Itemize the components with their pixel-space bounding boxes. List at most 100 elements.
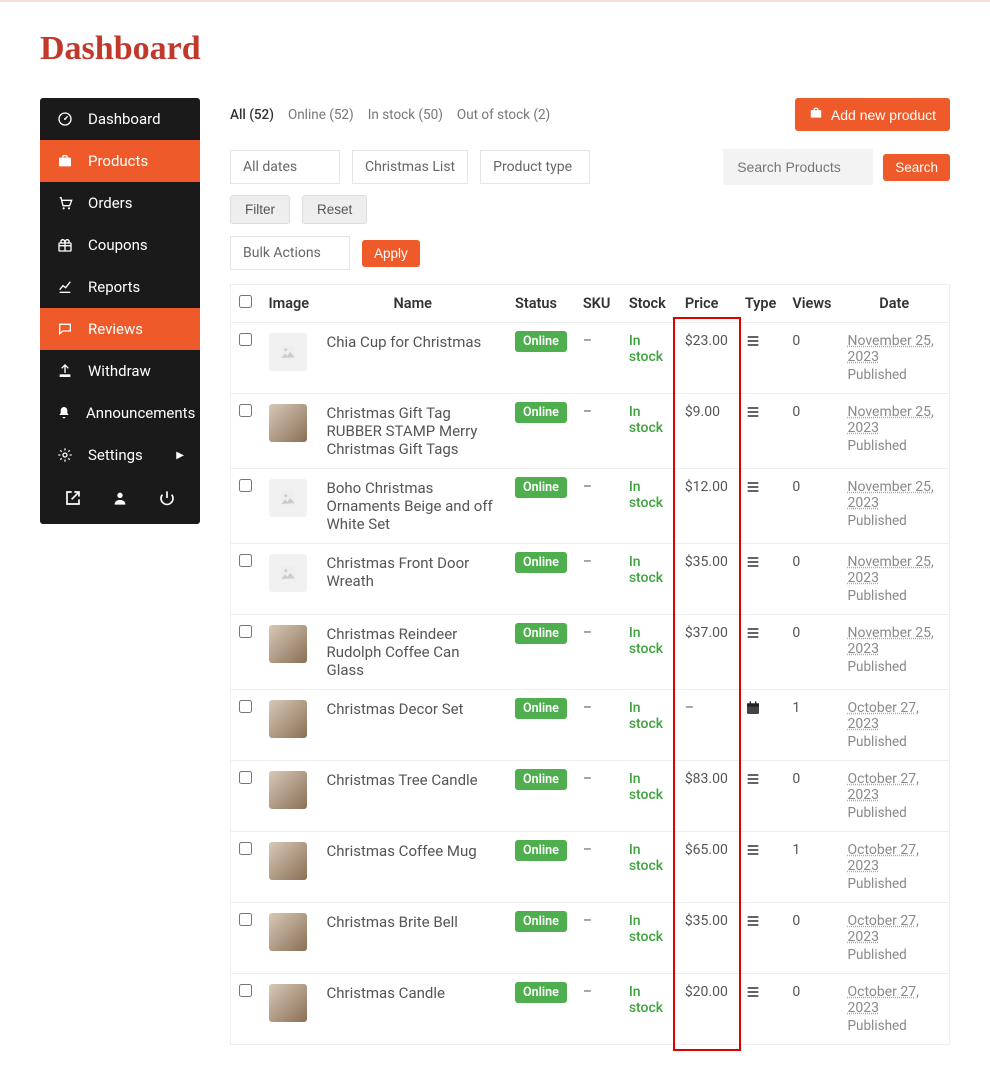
- table-row: Christmas Coffee MugOnline–In stock$65.0…: [231, 832, 950, 903]
- sidebar-item-announcements[interactable]: Announcements: [40, 392, 200, 434]
- select-all-checkbox[interactable]: [239, 295, 252, 308]
- stock-cell: In stock: [629, 700, 663, 732]
- product-thumbnail[interactable]: [269, 842, 307, 880]
- product-thumbnail[interactable]: [269, 700, 307, 738]
- date-link[interactable]: November 25, 2023: [848, 404, 934, 436]
- price-cell: $35.00: [677, 544, 737, 615]
- reset-button[interactable]: Reset: [302, 195, 367, 224]
- sidebar-item-reviews[interactable]: Reviews: [40, 308, 200, 350]
- briefcase-icon: [809, 106, 823, 123]
- product-name-link[interactable]: Christmas Coffee Mug: [327, 842, 477, 860]
- sidebar-item-settings[interactable]: Settings▶: [40, 434, 200, 476]
- date-link[interactable]: October 27, 2023: [848, 913, 919, 945]
- status-filter[interactable]: All (52): [230, 107, 274, 123]
- row-checkbox[interactable]: [239, 404, 252, 417]
- product-thumbnail[interactable]: [269, 404, 307, 442]
- table-row: Chia Cup for ChristmasOnline–In stock$23…: [231, 323, 950, 394]
- row-checkbox[interactable]: [239, 771, 252, 784]
- product-thumbnail[interactable]: [269, 984, 307, 1022]
- product-thumbnail[interactable]: [269, 625, 307, 663]
- product-thumbnail[interactable]: [269, 913, 307, 951]
- row-checkbox[interactable]: [239, 700, 252, 713]
- product-name-link[interactable]: Boho Christmas Ornaments Beige and off W…: [327, 479, 493, 533]
- date-link[interactable]: October 27, 2023: [848, 771, 919, 803]
- product-name-link[interactable]: Christmas Front Door Wreath: [327, 554, 470, 590]
- date-link[interactable]: November 25, 2023: [848, 554, 934, 586]
- row-checkbox[interactable]: [239, 984, 252, 997]
- date-link[interactable]: October 27, 2023: [848, 842, 919, 874]
- date-link[interactable]: November 25, 2023: [848, 625, 934, 657]
- views-cell: 1: [784, 690, 839, 761]
- list-icon: [745, 405, 761, 424]
- product-name-link[interactable]: Christmas Candle: [327, 984, 445, 1002]
- product-name-link[interactable]: Christmas Tree Candle: [327, 771, 478, 789]
- product-thumbnail[interactable]: [269, 479, 307, 517]
- filter-dates[interactable]: All dates: [230, 150, 340, 184]
- product-name-link[interactable]: Christmas Decor Set: [327, 700, 464, 718]
- search-button[interactable]: Search: [883, 154, 950, 181]
- sidebar-item-products[interactable]: Products: [40, 140, 200, 182]
- row-checkbox[interactable]: [239, 333, 252, 346]
- row-checkbox[interactable]: [239, 625, 252, 638]
- date-link[interactable]: October 27, 2023: [848, 984, 919, 1016]
- sidebar-item-label: Withdraw: [88, 362, 151, 380]
- power-icon[interactable]: [159, 490, 175, 510]
- status-badge: Online: [515, 698, 567, 719]
- product-name-link[interactable]: Christmas Reindeer Rudolph Coffee Can Gl…: [327, 625, 460, 679]
- list-icon: [745, 334, 761, 353]
- bell-icon: [56, 405, 72, 421]
- list-icon: [745, 772, 761, 791]
- row-checkbox[interactable]: [239, 554, 252, 567]
- status-filters: All (52) Online (52) In stock (50) Out of s…: [230, 107, 564, 123]
- add-new-product-button[interactable]: Add new product: [795, 98, 950, 131]
- stock-cell: In stock: [629, 404, 663, 436]
- status-filter[interactable]: Online (52): [288, 107, 354, 123]
- sku-cell: –: [575, 690, 621, 761]
- date-link[interactable]: November 25, 2023: [848, 333, 934, 365]
- product-name-link[interactable]: Chia Cup for Christmas: [327, 333, 482, 351]
- sidebar-item-dashboard[interactable]: Dashboard: [40, 98, 200, 140]
- sku-cell: –: [575, 544, 621, 615]
- apply-button[interactable]: Apply: [362, 240, 420, 267]
- published-label: Published: [848, 947, 942, 963]
- sidebar-item-orders[interactable]: Orders: [40, 182, 200, 224]
- status-filter[interactable]: In stock (50): [368, 107, 443, 123]
- sidebar-item-withdraw[interactable]: Withdraw: [40, 350, 200, 392]
- date-link[interactable]: November 25, 2023: [848, 479, 934, 511]
- user-icon[interactable]: [112, 490, 128, 510]
- sidebar-item-reports[interactable]: Reports: [40, 266, 200, 308]
- table-row: Christmas Front Door WreathOnline–In sto…: [231, 544, 950, 615]
- search-input[interactable]: [723, 149, 873, 185]
- status-filter[interactable]: Out of stock (2): [457, 107, 550, 123]
- product-thumbnail[interactable]: [269, 333, 307, 371]
- filter-button[interactable]: Filter: [230, 195, 290, 224]
- date-link[interactable]: October 27, 2023: [848, 700, 919, 732]
- stock-cell: In stock: [629, 984, 663, 1016]
- products-table: Image Name Status SKU Stock Price Type V…: [230, 284, 950, 1045]
- status-badge: Online: [515, 982, 567, 1003]
- status-badge: Online: [515, 623, 567, 644]
- sidebar-item-coupons[interactable]: Coupons: [40, 224, 200, 266]
- status-badge: Online: [515, 840, 567, 861]
- table-row: Christmas Tree CandleOnline–In stock$83.…: [231, 761, 950, 832]
- sidebar-item-label: Products: [88, 152, 148, 170]
- row-checkbox[interactable]: [239, 842, 252, 855]
- row-checkbox[interactable]: [239, 913, 252, 926]
- product-thumbnail[interactable]: [269, 771, 307, 809]
- status-badge: Online: [515, 477, 567, 498]
- product-name-link[interactable]: Christmas Brite Bell: [327, 913, 458, 931]
- bulk-actions-select[interactable]: Bulk Actions: [230, 236, 350, 270]
- views-cell: 0: [784, 544, 839, 615]
- col-sku: SKU: [575, 285, 621, 323]
- published-label: Published: [848, 805, 942, 821]
- table-row: Christmas Gift Tag RUBBER STAMP Merry Ch…: [231, 394, 950, 469]
- filter-category[interactable]: Christmas List: [352, 150, 468, 184]
- sidebar-bottom-icons: [40, 476, 200, 524]
- dashboard-icon: [56, 111, 74, 127]
- product-name-link[interactable]: Christmas Gift Tag RUBBER STAMP Merry Ch…: [327, 404, 478, 458]
- external-link-icon[interactable]: [65, 490, 81, 510]
- filter-product-type[interactable]: Product type: [480, 150, 590, 184]
- sidebar-item-label: Reports: [88, 278, 140, 296]
- row-checkbox[interactable]: [239, 479, 252, 492]
- product-thumbnail[interactable]: [269, 554, 307, 592]
